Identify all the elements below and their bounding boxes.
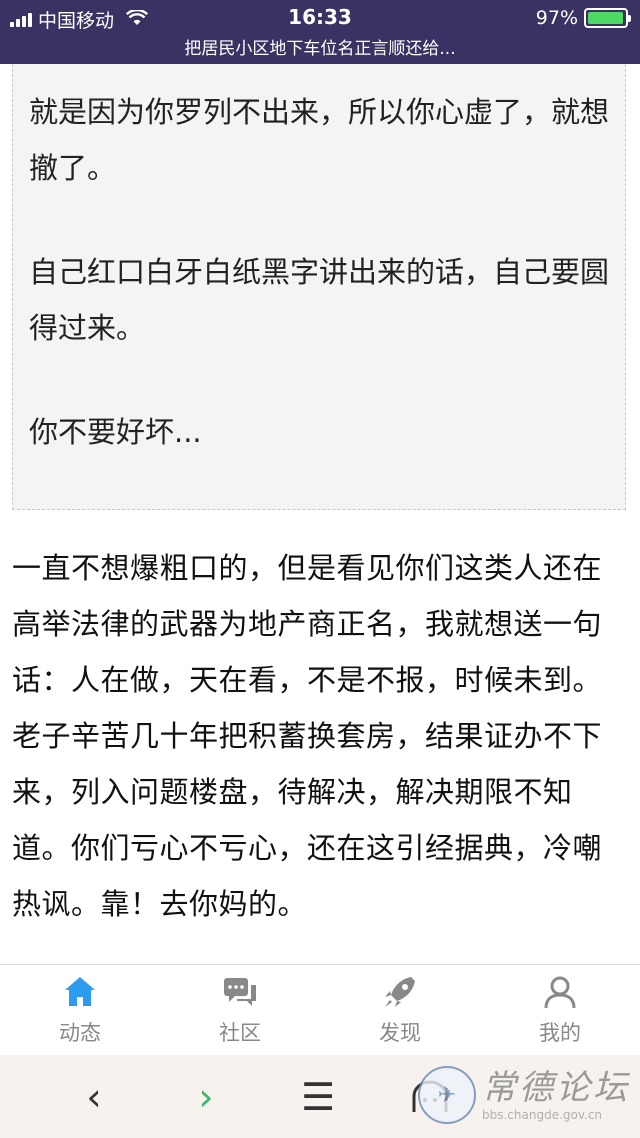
chevron-right-icon: › (198, 1074, 214, 1119)
home-icon (65, 977, 95, 1006)
forum-logo-seal: ✈ (418, 1066, 476, 1124)
quote-paragraph: 你不要好坏... (29, 415, 202, 449)
tab-label: 动态 (59, 1021, 101, 1045)
battery-icon (584, 8, 631, 28)
menu-button[interactable]: ☰ (262, 1075, 374, 1119)
chat-icon (224, 978, 256, 1006)
back-button[interactable]: ‹ (38, 1075, 150, 1119)
menu-icon: ☰ (300, 1074, 336, 1119)
tab-label: 社区 (219, 1021, 261, 1045)
watermark-url: bbs.changde.gov.cn (482, 1108, 603, 1122)
tab-discover[interactable]: 发现 (320, 965, 480, 1055)
tab-label: 发现 (379, 1021, 421, 1045)
rocket-icon (385, 977, 415, 1007)
page-title: 把居民小区地下车位名正言顺还给... (184, 39, 456, 59)
status-bar: 中国移动 16:33 97% (0, 0, 640, 34)
bottom-tab-bar: 动态 社区 发现 我的 (0, 965, 640, 1055)
quote-paragraph: 自己红口白牙白纸黑字讲出来的话，自己要圆得过来。 (29, 255, 610, 345)
tab-dynamics[interactable]: 动态 (0, 965, 160, 1055)
reply-text: 一直不想爆粗口的，但是看见你们这类人还在高举法律的武器为地产商正名，我就想送一句… (12, 551, 603, 921)
battery-indicator: 97% (535, 7, 631, 29)
forum-watermark: ✈ 常德论坛 bbs.changde.gov.cn (418, 1066, 630, 1124)
watermark-title: 常德论坛 (482, 1068, 630, 1108)
chevron-left-icon: ‹ (86, 1074, 102, 1119)
quote-paragraph: 就是因为你罗列不出来，所以你心虚了，就想撤了。 (29, 95, 610, 185)
battery-percent: 97% (535, 7, 578, 29)
forward-button[interactable]: › (150, 1075, 262, 1119)
status-and-title-bar: 中国移动 16:33 97% 把居民小区地下车位名正言顺还给... (0, 0, 640, 64)
user-icon (544, 976, 576, 1009)
tab-label: 我的 (539, 1021, 581, 1045)
tab-me[interactable]: 我的 (480, 965, 640, 1055)
tab-community[interactable]: 社区 (160, 965, 320, 1055)
quoted-post: 就是因为你罗列不出来，所以你心虚了，就想撤了。 自己红口白牙白纸黑字讲出来的话，… (12, 64, 626, 510)
battery-fill (588, 12, 623, 24)
